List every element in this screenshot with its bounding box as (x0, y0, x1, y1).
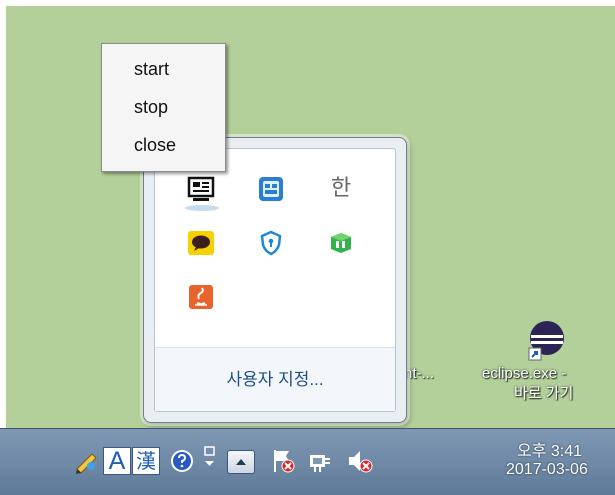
ime-options-icon[interactable] (202, 445, 218, 473)
power-plug-icon[interactable] (307, 447, 333, 475)
eclipse-shortcut-label-line2[interactable]: 바로 가기 (514, 385, 573, 403)
show-hidden-icons-button[interactable] (227, 450, 255, 474)
keyboard-app-icon[interactable] (257, 175, 285, 203)
screen-border-left (0, 0, 6, 494)
customize-link[interactable]: 사용자 지정... (155, 348, 395, 411)
server-app-icon[interactable] (187, 175, 215, 203)
chevron-up-icon (236, 459, 246, 465)
notification-area-overflow: 한 사용자 지정... (143, 137, 407, 423)
menu-item-close[interactable]: close (102, 126, 225, 164)
korean-ime-icon[interactable]: 한 (327, 175, 355, 203)
menu-item-stop[interactable]: stop (102, 88, 225, 126)
clock-time[interactable]: 오후 3:41 (517, 437, 582, 461)
eclipse-shortcut-label-line1[interactable]: eclipse.exe - (482, 365, 566, 383)
action-center-flag-icon[interactable] (270, 447, 296, 475)
ime-hanja-indicator[interactable]: 漢 (132, 447, 160, 475)
eclipse-shortcut-icon[interactable] (523, 318, 567, 362)
green-app-icon[interactable] (327, 229, 355, 257)
desktop-icon-label[interactable]: nt-... (404, 365, 434, 383)
taskbar: A 漢 오후 3:41 2017-03-06 (0, 428, 615, 495)
security-shield-icon[interactable] (257, 229, 285, 257)
java-app-icon[interactable] (187, 283, 215, 311)
chat-app-icon[interactable] (187, 229, 215, 257)
ime-pad-icon[interactable] (74, 449, 100, 475)
volume-muted-icon[interactable] (346, 447, 374, 475)
help-icon[interactable] (170, 449, 194, 473)
clock-date[interactable]: 2017-03-06 (506, 461, 588, 479)
screen-border-top (0, 0, 615, 6)
menu-item-start[interactable]: start (102, 50, 225, 88)
context-menu: start stop close (101, 43, 226, 172)
selected-icon-highlight (185, 205, 219, 211)
tray-icons-panel: 한 사용자 지정... (154, 148, 396, 412)
ime-mode-indicator[interactable]: A (103, 447, 131, 475)
